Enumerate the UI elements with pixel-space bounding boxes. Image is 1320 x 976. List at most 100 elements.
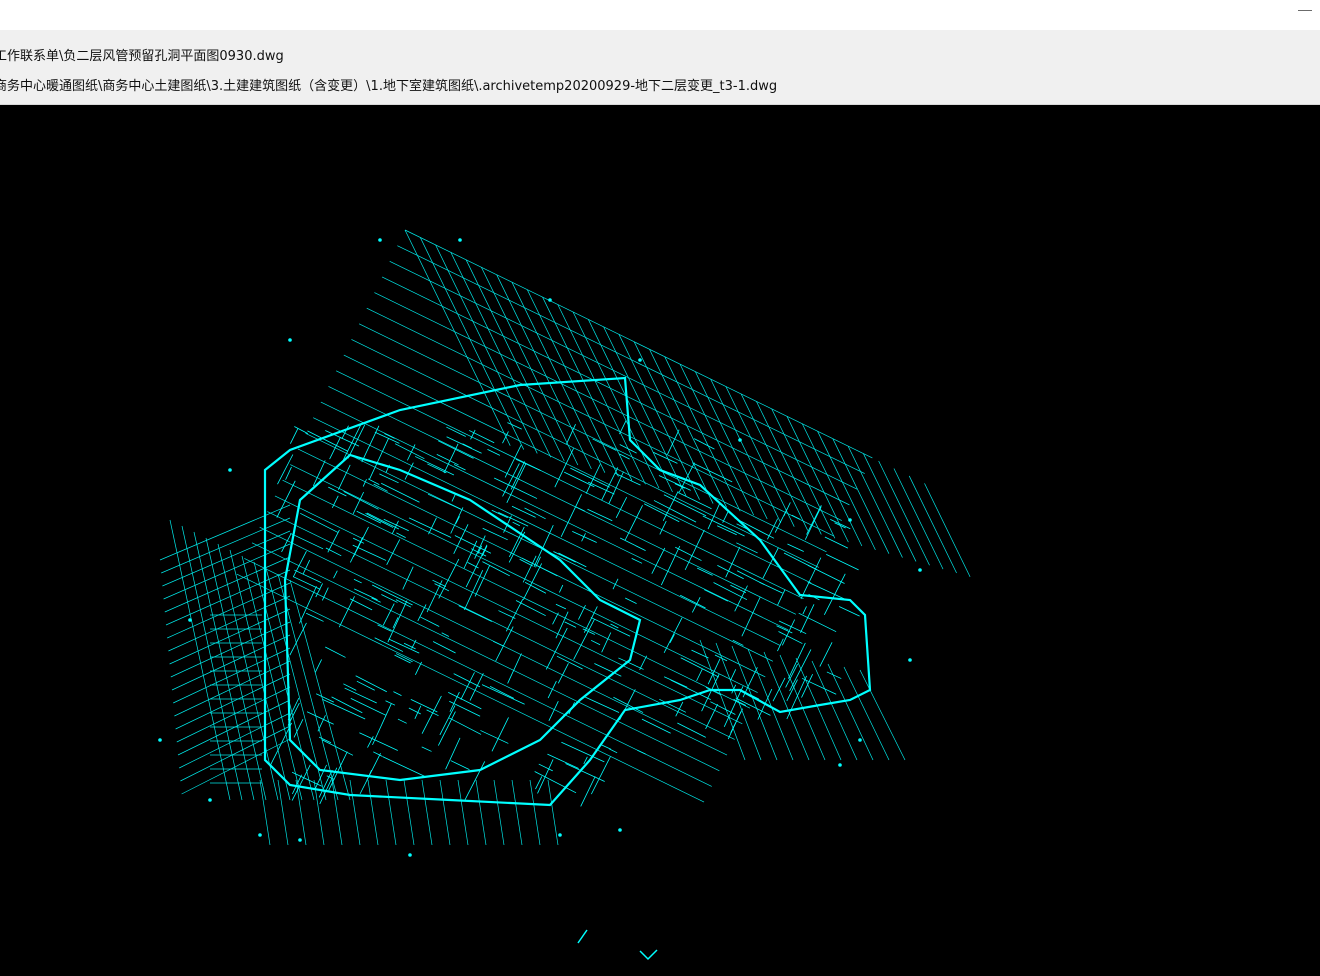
detail-line — [498, 512, 529, 527]
title-bar — [0, 0, 1320, 30]
grid-line — [205, 537, 267, 801]
detail-line — [299, 586, 317, 624]
detail-line — [458, 605, 493, 622]
file-path-line-2[interactable]: 商务中心暖通图纸\商务中心土建图纸\3.土建建筑图纸（含变更）\1.地下室建筑图… — [0, 75, 777, 94]
grid-line — [633, 341, 714, 504]
detail-line — [397, 718, 407, 724]
detail-line — [353, 578, 362, 584]
dimension-dot — [408, 853, 412, 857]
detail-line — [830, 519, 851, 530]
grid-line — [618, 334, 700, 500]
detail-line — [824, 536, 849, 549]
detail-line — [669, 634, 675, 644]
file-path-bar: 工作联系单\负二层风管预留孔洞平面图0930.dwg 商务中心暖通图纸\商务中心… — [0, 30, 1320, 105]
detail-line — [599, 743, 612, 750]
detail-line — [394, 654, 411, 664]
detail-line — [361, 425, 380, 463]
grid-line — [267, 511, 735, 740]
detail-line — [359, 753, 381, 795]
grid-line — [229, 549, 291, 801]
detail-line — [767, 518, 778, 540]
detail-line — [619, 689, 636, 720]
detail-line — [355, 675, 387, 693]
detail-line — [787, 543, 804, 552]
detail-line — [318, 770, 333, 798]
grid-line — [439, 779, 451, 846]
grid-line — [679, 363, 754, 516]
detail-line — [436, 454, 459, 466]
detail-line — [786, 675, 807, 720]
dimension-dot — [158, 738, 162, 742]
detail-line — [559, 584, 564, 593]
detail-line — [343, 683, 357, 691]
detail-line — [601, 467, 619, 501]
detail-line — [384, 433, 395, 439]
detail-line — [800, 604, 815, 633]
detail-line — [318, 736, 332, 744]
detail-line — [464, 761, 486, 801]
detail-line — [365, 513, 394, 528]
inner-boundary — [283, 453, 642, 782]
grid-line — [572, 311, 660, 489]
detail-line — [590, 639, 601, 646]
grid-line — [457, 779, 469, 846]
stray-marks — [577, 929, 658, 961]
grid-line — [313, 417, 781, 646]
detail-line — [338, 596, 355, 628]
detail-line — [522, 563, 543, 600]
detail-line — [554, 448, 574, 488]
detail-line — [691, 649, 709, 659]
detail-line — [667, 429, 680, 455]
grid-line — [366, 307, 835, 537]
grid-line — [241, 555, 303, 801]
detail-line — [481, 684, 525, 705]
grid-line — [343, 354, 812, 584]
dimension-dot — [458, 238, 462, 242]
detail-line — [410, 699, 438, 713]
grid-line — [404, 229, 873, 459]
detail-line — [555, 611, 569, 639]
detail-line — [641, 718, 671, 734]
grid-line — [180, 725, 291, 782]
detail-line — [302, 559, 311, 575]
grid-line — [217, 543, 279, 801]
detail-line — [421, 746, 432, 752]
detail-line — [555, 603, 567, 610]
file-path-line-1[interactable]: 工作联系单\负二层风管预留孔洞平面图0930.dwg — [0, 45, 284, 64]
grid-line — [893, 468, 944, 570]
grid-line — [174, 660, 291, 717]
grid-line — [710, 378, 782, 524]
detail-line — [515, 600, 546, 617]
grid-line — [274, 495, 743, 725]
detail-line — [333, 570, 338, 579]
detail-line — [609, 748, 618, 754]
detail-line — [660, 545, 681, 586]
detail-line — [382, 756, 426, 777]
grid-line — [924, 483, 971, 578]
detail-line — [730, 669, 737, 681]
detail-line — [327, 529, 340, 553]
detail-line — [445, 737, 461, 770]
detail-line — [575, 506, 585, 512]
detail-line — [707, 658, 721, 685]
detail-line — [414, 456, 455, 476]
minimize-icon[interactable] — [1298, 10, 1312, 11]
detail-line — [573, 619, 595, 660]
detail-line — [558, 552, 587, 568]
detail-line — [677, 722, 706, 738]
dimension-dot — [298, 838, 302, 842]
detail-line — [448, 717, 482, 735]
grid-line — [277, 779, 289, 846]
detail-line — [300, 512, 339, 533]
detail-line — [801, 674, 814, 698]
detail-line — [697, 567, 713, 576]
grid-line — [404, 229, 511, 446]
detail-line — [306, 612, 324, 622]
detail-line — [391, 520, 399, 534]
detail-line — [741, 596, 761, 637]
detail-line — [356, 510, 382, 524]
detail-line — [601, 632, 612, 653]
cad-viewport[interactable] — [0, 105, 1320, 976]
grid-line — [649, 349, 727, 508]
detail-line — [474, 565, 491, 597]
